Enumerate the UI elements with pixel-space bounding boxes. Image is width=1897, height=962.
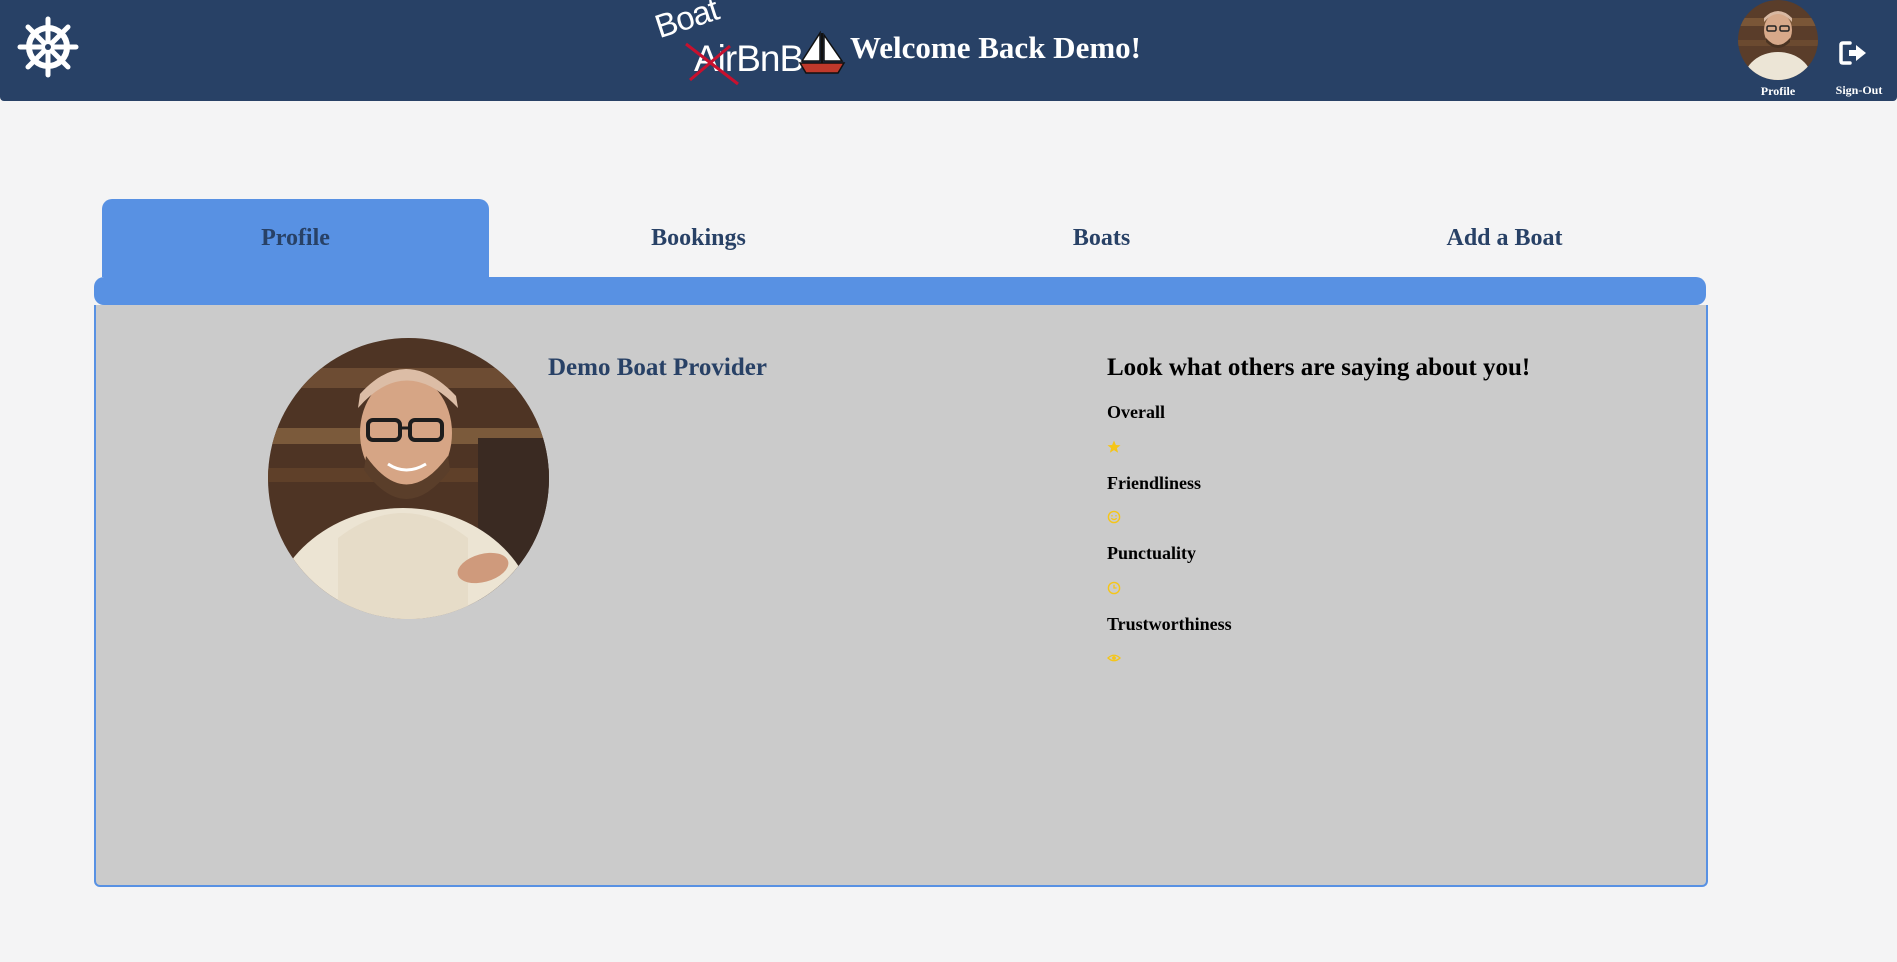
- rating-label-overall: Overall: [1107, 402, 1165, 422]
- profile-photo: [268, 338, 549, 619]
- avatar-photo: [1738, 0, 1818, 80]
- rating-label-friendliness: Friendliness: [1107, 473, 1202, 493]
- tab-profile[interactable]: Profile: [102, 199, 489, 277]
- eye-icon: [1107, 654, 1121, 662]
- sign-out-icon[interactable]: [1838, 40, 1868, 66]
- star-icon: [1107, 440, 1121, 453]
- logo-strike-mark: [685, 42, 739, 86]
- profile-avatar: [268, 338, 549, 619]
- sailboat-icon: [798, 31, 846, 74]
- boat-airbnb-logo: Boat AirBnB: [650, 0, 804, 94]
- tab-bookings[interactable]: Bookings: [505, 199, 892, 277]
- provider-name: Demo Boat Provider: [548, 354, 767, 381]
- welcome-message: Welcome Back Demo!: [850, 30, 1141, 65]
- smile-icon: [1107, 510, 1121, 524]
- tab-underline-bar: [94, 277, 1706, 305]
- top-nav-bar: Boat AirBnB Welcome Back Demo! Profile S…: [0, 0, 1897, 101]
- reviews-heading: Look what others are saying about you!: [1107, 354, 1531, 381]
- header-profile-label[interactable]: Profile: [1738, 84, 1818, 99]
- tab-add-a-boat[interactable]: Add a Boat: [1311, 199, 1698, 277]
- ships-wheel-icon[interactable]: [17, 16, 79, 78]
- tab-boats[interactable]: Boats: [908, 199, 1295, 277]
- rating-label-trustworthiness: Trustworthiness: [1107, 614, 1232, 634]
- sign-out-label[interactable]: Sign-Out: [1830, 83, 1888, 98]
- header-avatar[interactable]: [1738, 0, 1818, 80]
- profile-tabs: Profile Bookings Boats Add a Boat: [102, 199, 1714, 277]
- rating-label-punctuality: Punctuality: [1107, 543, 1197, 563]
- clock-icon: [1107, 581, 1121, 595]
